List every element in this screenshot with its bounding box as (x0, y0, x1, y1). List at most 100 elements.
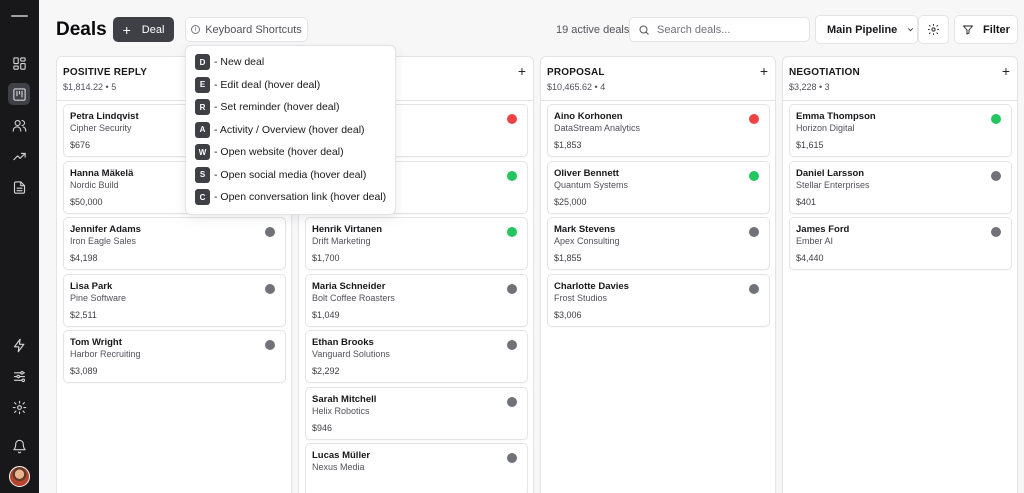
deal-amount: $2,292 (312, 366, 340, 376)
deal-card[interactable]: Charlotte Davies Frost Studios $3,006 (547, 273, 770, 327)
column-summary: $10,465.62 • 4 (547, 82, 606, 92)
chevron-down-icon (908, 28, 914, 32)
shortcut-description: - Activity / Overview (hover deal) (214, 123, 365, 136)
status-dot (991, 227, 1001, 237)
deal-amount: $676 (70, 140, 91, 150)
sliders-icon[interactable] (8, 365, 30, 387)
deal-amount: $946 (312, 422, 333, 433)
deal-name: Tom Wright (70, 337, 122, 348)
status-dot (265, 283, 275, 294)
status-dot (507, 170, 517, 181)
deal-name: Oliver Bennett (554, 167, 619, 179)
new-deal-button[interactable]: + Deal (113, 17, 174, 42)
pipeline-column: NEGOTIATION $3,228 • 3 + Emma Thompson Horiz… (782, 56, 1018, 493)
deal-card[interactable]: Ethan Brooks Vanguard Solutions $2,292 (305, 330, 528, 383)
users-icon[interactable] (8, 114, 30, 136)
dashboard-icon[interactable] (8, 52, 30, 74)
add-deal-icon[interactable]: + (518, 64, 526, 78)
deal-amount: $25,000 (554, 196, 587, 207)
logo (11, 15, 28, 17)
deal-company: Pine Software (70, 292, 127, 303)
shortcut-row: W - Open website (hover deal) (195, 144, 344, 160)
deal-card[interactable]: James Ford Ember AI $4,440 (789, 217, 1012, 270)
bell-icon[interactable] (8, 435, 30, 457)
deal-name: Lisa Park (70, 280, 113, 292)
deal-amount: $4,198 (70, 253, 98, 263)
deal-name: Daniel Larsson (796, 167, 865, 179)
document-icon[interactable] (8, 176, 30, 198)
deal-company: Frost Studios (554, 292, 608, 303)
status-dot (265, 340, 275, 350)
gear-icon[interactable] (8, 396, 30, 418)
shortcut-row: A - Activity / Overview (hover deal) (195, 121, 365, 138)
column-title: PROPOSAL (547, 67, 605, 78)
filter-label: Filter (983, 23, 1010, 36)
status-dot (991, 170, 1001, 181)
deal-amount: $1,700 (312, 253, 340, 263)
deal-company: Quantum Systems (554, 179, 629, 190)
add-deal-icon[interactable]: + (760, 64, 768, 78)
column-summary: $1,814.22 • 5 (63, 82, 117, 92)
deal-card[interactable]: Mark Stevens Apex Consulting $1,855 (547, 217, 770, 270)
shortcut-key: S (195, 166, 210, 183)
kanban-icon[interactable] (8, 83, 30, 105)
deal-card[interactable]: Tom Wright Harbor Recruiting $3,089 (63, 330, 286, 383)
shortcut-key: E (195, 76, 210, 93)
new-deal-label: Deal (141, 23, 165, 36)
deal-company: Harbor Recruiting (70, 349, 141, 359)
lightning-icon[interactable] (8, 334, 30, 356)
pipeline-label: Main Pipeline (827, 23, 898, 36)
search-box[interactable] (629, 17, 810, 42)
deal-card[interactable]: Henrik Virtanen Drift Marketing $1,700 (305, 217, 528, 270)
status-dot (749, 114, 759, 124)
deal-company: Ember AI (796, 236, 834, 246)
deal-amount: $2,511 (70, 309, 97, 320)
deal-card[interactable]: Lucas Müller Nexus Media (305, 443, 528, 493)
add-deal-icon[interactable]: + (1002, 64, 1010, 78)
deal-card[interactable]: Lisa Park Pine Software $2,511 (63, 273, 286, 327)
deal-name: Sarah Mitchell (312, 393, 377, 405)
deal-card[interactable]: Aino Korhonen DataStream Analytics $1,853 (547, 104, 770, 157)
filter-button[interactable]: Filter (954, 15, 1018, 44)
avatar[interactable] (9, 466, 30, 487)
deal-amount: $1,049 (312, 309, 340, 320)
shortcut-description: - Edit deal (hover deal) (214, 78, 321, 91)
pipeline-select[interactable]: Main Pipeline (815, 15, 918, 44)
deal-company: DataStream Analytics (554, 123, 641, 133)
search-input[interactable] (657, 23, 797, 36)
deal-name: Lucas Müller (312, 450, 371, 461)
deal-amount: $401 (796, 196, 817, 207)
deal-company: Iron Eagle Sales (70, 236, 137, 246)
deal-name: Emma Thompson (796, 111, 876, 122)
deal-company: Drift Marketing (312, 236, 371, 246)
deal-name: Maria Schneider (312, 280, 386, 292)
deal-card[interactable]: Maria Schneider Bolt Coffee Roasters $1,04… (305, 273, 528, 327)
deal-card[interactable]: Sarah Mitchell Helix Robotics $946 (305, 386, 528, 440)
deal-name: Charlotte Davies (554, 280, 629, 292)
shortcut-row: S - Open social media (hover deal) (195, 166, 367, 183)
search-icon (639, 25, 649, 35)
trending-up-icon[interactable] (8, 145, 30, 167)
keyboard-shortcuts-popup: D - New deal E - Edit deal (hover deal) R - S… (185, 45, 396, 215)
shortcut-key: A (195, 121, 210, 138)
gear-icon (928, 24, 939, 35)
deal-company: Cipher Security (70, 123, 132, 133)
filter-icon (963, 25, 973, 34)
deal-card[interactable]: Daniel Larsson Stellar Enterprises $401 (789, 160, 1012, 214)
deal-card[interactable]: Emma Thompson Horizon Digital $1,615 (789, 104, 1012, 157)
deal-card[interactable]: Jennifer Adams Iron Eagle Sales $4,198 (63, 217, 286, 270)
pipeline-column: PROPOSAL $10,465.62 • 4 + Aino Korhonen Data… (540, 56, 776, 493)
status-dot (991, 114, 1001, 124)
deal-card[interactable]: Oliver Bennett Quantum Systems $25,000 (547, 160, 770, 214)
deal-amount: $4,440 (796, 253, 824, 263)
pipeline-settings-button[interactable] (918, 15, 949, 44)
shortcut-description: - Set reminder (hover deal) (214, 101, 340, 113)
shortcut-description: - Open social media (hover deal) (214, 168, 367, 181)
deal-name: James Ford (796, 224, 850, 235)
column-title: POSITIVE REPLY (63, 67, 148, 78)
deal-name: Jennifer Adams (70, 224, 141, 235)
shortcut-key: D (195, 54, 210, 70)
deal-company: Stellar Enterprises (796, 179, 870, 190)
keyboard-shortcuts-button[interactable]: i Keyboard Shortcuts (185, 17, 308, 42)
shortcut-description: - Open website (hover deal) (214, 146, 344, 158)
